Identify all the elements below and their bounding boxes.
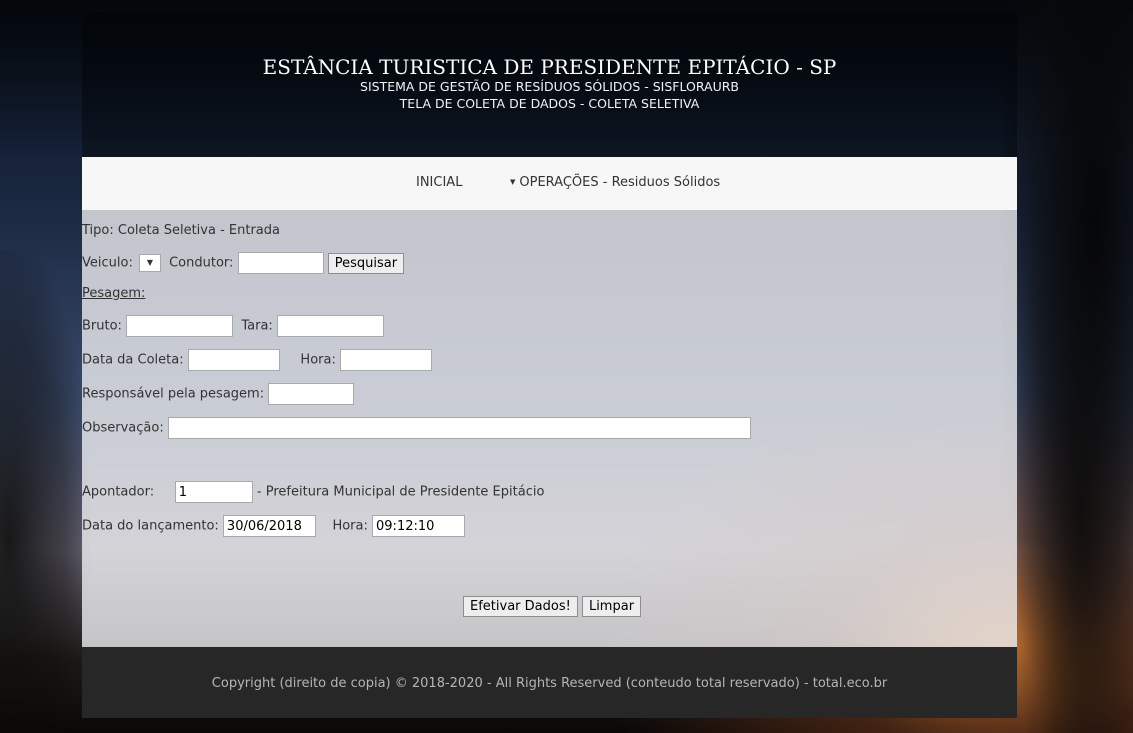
- condutor-label: Condutor:: [169, 255, 234, 271]
- tara-input[interactable]: [276, 315, 384, 337]
- apontador-description: - Prefeitura Municipal de Presidente Epi…: [256, 484, 545, 500]
- tipo-row: Tipo: Coleta Seletiva - Entrada: [82, 223, 280, 238]
- bruto-label: Bruto:: [82, 318, 122, 334]
- page-title: ESTÂNCIA TURISTICA DE PRESIDENTE EPITÁCI…: [262, 55, 837, 79]
- form-area: Tipo: Coleta Seletiva - Entrada Veiculo:…: [82, 210, 1017, 647]
- actions-row: Efetivar Dados! Limpar: [463, 596, 642, 617]
- data-coleta-input[interactable]: [187, 349, 280, 371]
- nav-bar: INICIAL ▼ OPERAÇÕES - Residuos Sólidos: [82, 157, 1017, 210]
- data-lancamento-input[interactable]: [222, 515, 316, 537]
- limpar-button[interactable]: Limpar: [581, 596, 642, 617]
- page-container: ESTÂNCIA TURISTICA DE PRESIDENTE EPITÁCI…: [82, 12, 1017, 718]
- hora-coleta-label: Hora:: [300, 352, 336, 368]
- hora-lancamento-label: Hora:: [332, 518, 368, 534]
- copyright-text: Copyright (direito de copia) © 2018-2020…: [211, 676, 888, 691]
- screen-subtitle: TELA DE COLETA DE DADOS - COLETA SELETIV…: [399, 96, 700, 111]
- apontador-input[interactable]: [174, 481, 253, 503]
- data-lancamento-label: Data do lançamento:: [82, 518, 219, 534]
- responsavel-input[interactable]: [268, 383, 355, 405]
- background-tree-right: [1003, 0, 1133, 733]
- peso-row: Bruto: Tara:: [82, 315, 384, 337]
- tipo-label: Tipo: Coleta Seletiva - Entrada: [82, 223, 280, 238]
- page-header: ESTÂNCIA TURISTICA DE PRESIDENTE EPITÁCI…: [82, 12, 1017, 157]
- data-coleta-row: Data da Coleta: Hora:: [82, 349, 432, 371]
- veiculo-label: Veiculo:: [82, 255, 133, 271]
- responsavel-label: Responsável pela pesagem:: [82, 386, 265, 402]
- pesagem-row: Pesagem:: [82, 286, 145, 301]
- responsavel-row: Responsável pela pesagem:: [82, 383, 355, 405]
- veiculo-select[interactable]: ▼: [138, 254, 161, 272]
- hora-coleta-input[interactable]: [339, 349, 432, 371]
- veiculo-row: Veiculo: ▼ Condutor: Pesquisar: [82, 252, 405, 274]
- nav-item-home[interactable]: INICIAL: [416, 175, 462, 190]
- system-subtitle: SISTEMA DE GESTÃO DE RESÍDUOS SÓLIDOS - …: [360, 79, 739, 94]
- page-footer: Copyright (direito de copia) © 2018-2020…: [82, 647, 1017, 718]
- pesagem-heading: Pesagem:: [82, 286, 146, 301]
- nav-item-operations[interactable]: ▼ OPERAÇÕES - Residuos Sólidos: [510, 175, 720, 190]
- tara-label: Tara:: [241, 318, 273, 334]
- lancamento-row: Data do lançamento: Hora:: [82, 515, 466, 537]
- observacao-input[interactable]: [167, 417, 751, 439]
- apontador-row: Apontador: - Prefeitura Municipal de Pre…: [82, 481, 544, 503]
- nav-item-operations-label: OPERAÇÕES - Residuos Sólidos: [519, 175, 721, 190]
- dropdown-arrow-icon: ▼: [146, 258, 154, 267]
- data-coleta-label: Data da Coleta:: [82, 352, 184, 368]
- hora-lancamento-input[interactable]: [372, 515, 466, 537]
- efetivar-dados-button[interactable]: Efetivar Dados!: [463, 596, 578, 617]
- pesquisar-button[interactable]: Pesquisar: [327, 252, 405, 274]
- condutor-input[interactable]: [237, 252, 324, 274]
- apontador-label: Apontador:: [82, 484, 155, 500]
- observacao-row: Observação:: [82, 417, 751, 439]
- bruto-input[interactable]: [126, 315, 234, 337]
- observacao-label: Observação:: [82, 420, 164, 436]
- background-tree-left: [0, 250, 90, 733]
- caret-down-icon: ▼: [510, 178, 516, 186]
